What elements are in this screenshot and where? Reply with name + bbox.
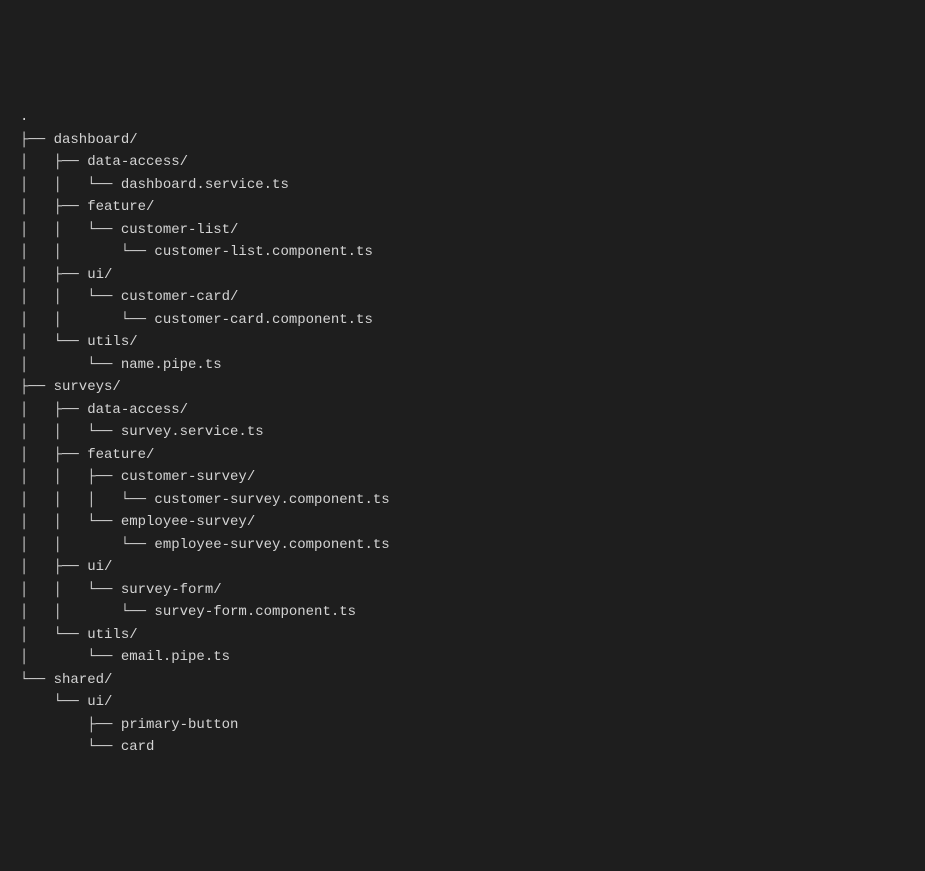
tree-dir-shared-ui: └── ui/ <box>20 691 905 714</box>
tree-root: . <box>20 106 905 129</box>
tree-dir-customer-survey: │ │ ├── customer-survey/ <box>20 466 905 489</box>
tree-dir-surveys: ├── surveys/ <box>20 376 905 399</box>
tree-dir-surveys-ui: │ ├── ui/ <box>20 556 905 579</box>
tree-dir-ui: │ ├── ui/ <box>20 264 905 287</box>
tree-dir-survey-form: │ │ └── survey-form/ <box>20 579 905 602</box>
tree-dir-feature: │ ├── feature/ <box>20 196 905 219</box>
tree-file-customer-survey-component: │ │ │ └── customer-survey.component.ts <box>20 489 905 512</box>
tree-dir-customer-card: │ │ └── customer-card/ <box>20 286 905 309</box>
tree-dir-shared: └── shared/ <box>20 669 905 692</box>
tree-dir-utils: │ └── utils/ <box>20 331 905 354</box>
tree-file-primary-button: ├── primary-button <box>20 714 905 737</box>
tree-file-employee-survey-component: │ │ └── employee-survey.component.ts <box>20 534 905 557</box>
tree-file-card: └── card <box>20 736 905 759</box>
tree-dir-customer-list: │ │ └── customer-list/ <box>20 219 905 242</box>
tree-dir-surveys-data-access: │ ├── data-access/ <box>20 399 905 422</box>
tree-dir-surveys-utils: │ └── utils/ <box>20 624 905 647</box>
tree-dir-surveys-feature: │ ├── feature/ <box>20 444 905 467</box>
tree-dir-data-access: │ ├── data-access/ <box>20 151 905 174</box>
tree-file-dashboard-service: │ │ └── dashboard.service.ts <box>20 174 905 197</box>
tree-file-name-pipe: │ └── name.pipe.ts <box>20 354 905 377</box>
tree-file-customer-card-component: │ │ └── customer-card.component.ts <box>20 309 905 332</box>
tree-dir-dashboard: ├── dashboard/ <box>20 129 905 152</box>
tree-file-survey-service: │ │ └── survey.service.ts <box>20 421 905 444</box>
tree-file-survey-form-component: │ │ └── survey-form.component.ts <box>20 601 905 624</box>
tree-file-customer-list-component: │ │ └── customer-list.component.ts <box>20 241 905 264</box>
tree-dir-employee-survey: │ │ └── employee-survey/ <box>20 511 905 534</box>
tree-file-email-pipe: │ └── email.pipe.ts <box>20 646 905 669</box>
